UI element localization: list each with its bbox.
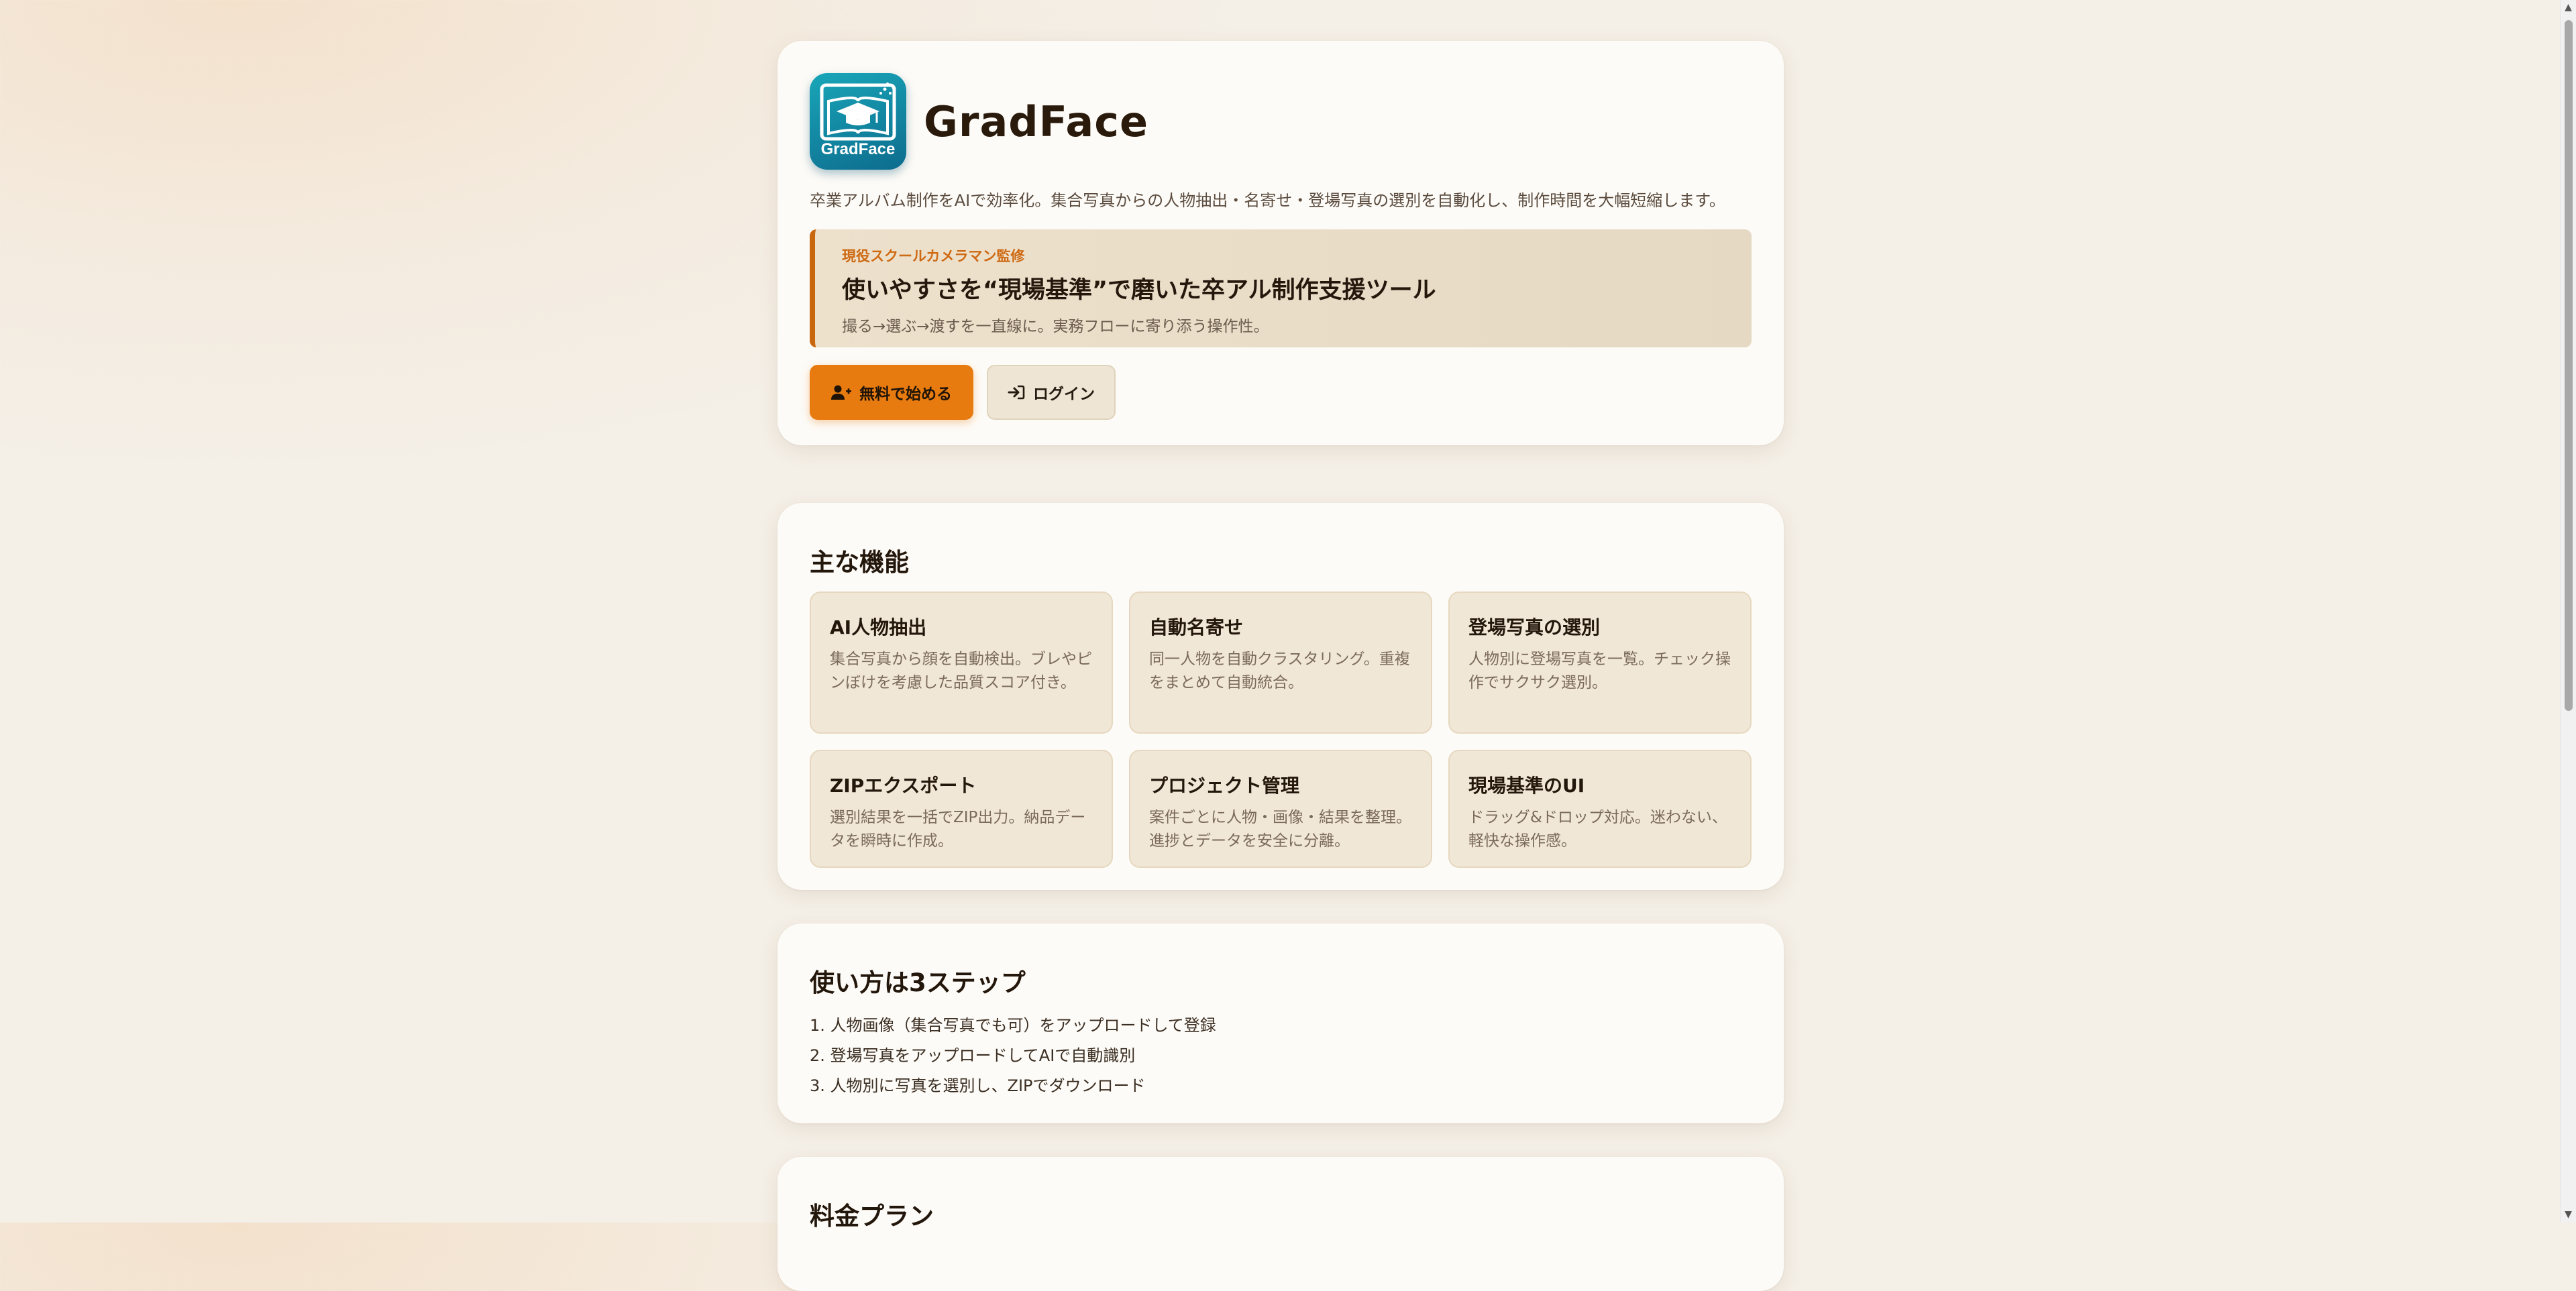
sign-in-icon [1008,385,1025,400]
feature-title: プロジェクト管理 [1149,775,1300,797]
login-button[interactable]: ログイン [987,365,1116,420]
supervision-banner: 現役スクールカメラマン監修 使いやすさを“現場基準”で磨いた卒アル制作支援ツール… [810,229,1752,347]
feature-title: 自動名寄せ [1149,616,1244,638]
steps-title: 使い方は3ステップ [810,968,1026,997]
vertical-scrollbar[interactable]: ▲ ▼ [2560,0,2576,1223]
step-item: 2. 登場写真をアップロードしてAIで自動識別 [810,1046,1136,1065]
feature-description: 選別結果を一括でZIP出力。納品データを瞬時に作成。 [830,809,1086,850]
feature-title: ZIPエクスポート [830,775,977,797]
step-item: 3. 人物別に写真を選別し、ZIPでダウンロード [810,1076,1146,1095]
signup-button-label: 無料で始める [859,386,952,403]
step-item: 1. 人物画像（集合写真でも可）をアップロードして登録 [810,1016,1216,1035]
page-content: GradFace GradFace 卒業アルバム制作をAIで効率化。集合写真から… [777,41,1784,1291]
feature-card: ZIPエクスポート 選別結果を一括でZIP出力。納品データを瞬時に作成。 [810,750,1113,868]
feature-description: 人物別に登場写真を一覧。チェック操作でサクサク選別。 [1468,651,1731,691]
hero-card: GradFace GradFace 卒業アルバム制作をAIで効率化。集合写真から… [777,41,1784,445]
brand-header: GradFace GradFace [810,73,1752,170]
feature-description: 案件ごとに人物・画像・結果を整理。進捗とデータを安全に分離。 [1149,809,1411,850]
user-plus-icon [831,385,851,400]
feature-title: AI人物抽出 [830,616,927,638]
scrollbar-thumb[interactable] [2565,20,2573,711]
pricing-card: 料金プラン [777,1157,1784,1291]
feature-description: 同一人物を自動クラスタリング。重複をまとめて自動統合。 [1149,651,1410,691]
feature-description: ドラッグ&ドロップ対応。迷わない、軽快な操作感。 [1468,809,1727,850]
logo-wordmark: GradFace [820,140,896,158]
feature-card: 登場写真の選別 人物別に登場写真を一覧。チェック操作でサクサク選別。 [1448,592,1752,734]
pricing-title: 料金プラン [810,1202,934,1231]
feature-title: 登場写真の選別 [1468,616,1601,638]
steps-list: 1. 人物画像（集合写真でも可）をアップロードして登録 2. 登場写真をアップロ… [810,1011,1752,1101]
features-card: 主な機能 AI人物抽出 集合写真から顔を自動検出。ブレやピンぼけを考慮した品質ス… [777,503,1784,890]
app-title: GradFace [924,97,1149,146]
feature-title: 現場基準のUI [1468,775,1585,797]
hero-actions: 無料で始める ログイン [810,365,1752,420]
feature-description: 集合写真から顔を自動検出。ブレやピンぼけを考慮した品質スコア付き。 [830,651,1092,691]
app-logo: GradFace [810,73,906,170]
scroll-down-icon[interactable]: ▼ [2561,1207,2576,1223]
login-button-label: ログイン [1033,386,1095,403]
feature-card: プロジェクト管理 案件ごとに人物・画像・結果を整理。進捗とデータを安全に分離。 [1129,750,1432,868]
app-tagline: 卒業アルバム制作をAIで効率化。集合写真からの人物抽出・名寄せ・登場写真の選別を… [810,191,1725,210]
feature-card: 現場基準のUI ドラッグ&ドロップ対応。迷わない、軽快な操作感。 [1448,750,1752,868]
steps-card: 使い方は3ステップ 1. 人物画像（集合写真でも可）をアップロードして登録 2.… [777,923,1784,1123]
features-grid: AI人物抽出 集合写真から顔を自動検出。ブレやピンぼけを考慮した品質スコア付き。… [810,592,1752,868]
feature-card: AI人物抽出 集合写真から顔を自動検出。ブレやピンぼけを考慮した品質スコア付き。 [810,592,1113,734]
feature-card: 自動名寄せ 同一人物を自動クラスタリング。重複をまとめて自動統合。 [1129,592,1432,734]
banner-description: 撮る→選ぶ→渡すを一直線に。実務フローに寄り添う操作性。 [842,318,1269,335]
scroll-up-icon[interactable]: ▲ [2561,0,2576,15]
banner-title: 使いやすさを“現場基準”で磨いた卒アル制作支援ツール [842,277,1436,304]
features-title: 主な機能 [810,548,909,577]
signup-button[interactable]: 無料で始める [810,365,973,420]
banner-eyebrow: 現役スクールカメラマン監修 [842,248,1025,264]
